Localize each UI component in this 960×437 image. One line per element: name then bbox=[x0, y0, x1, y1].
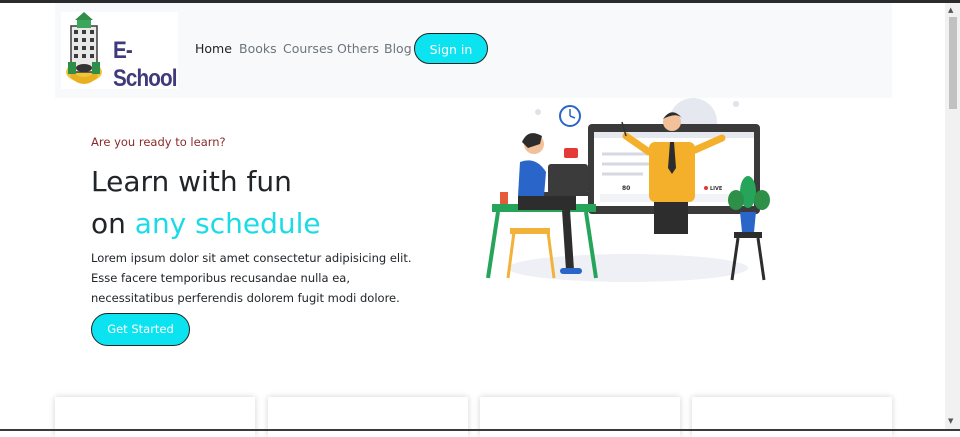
nav-link-courses[interactable]: Courses bbox=[283, 41, 333, 56]
hero-title-line2: on any schedule bbox=[91, 207, 321, 240]
scroll-up-arrow-icon[interactable]: ▲ bbox=[948, 6, 953, 14]
feature-card-4 bbox=[692, 397, 892, 437]
feature-card-3 bbox=[480, 397, 680, 437]
feature-card-1 bbox=[55, 397, 255, 437]
page-scrollbar[interactable]: ▲ ▼ bbox=[945, 3, 960, 431]
live-badge: LIVE bbox=[710, 186, 723, 192]
brand-logo[interactable]: E- School bbox=[61, 12, 178, 92]
hero-description: Lorem ipsum dolor sit amet consectetur a… bbox=[91, 251, 412, 305]
nav-link-blog[interactable]: Blog bbox=[384, 41, 412, 56]
hero-eyebrow: Are you ready to learn? bbox=[91, 135, 226, 149]
feature-card-2 bbox=[268, 397, 468, 437]
hero-title-accent: any schedule bbox=[134, 207, 321, 240]
nav-link-others[interactable]: Others bbox=[337, 41, 379, 56]
brand-name: E- School bbox=[113, 37, 178, 92]
scrollbar-thumb[interactable] bbox=[949, 17, 957, 109]
viewer-count: 80 bbox=[622, 185, 630, 192]
hero-title-prefix: on bbox=[91, 207, 135, 240]
navbar: E- School Home Books Courses Others Blog… bbox=[55, 3, 892, 98]
get-started-button[interactable]: Get Started bbox=[91, 313, 190, 346]
scroll-down-arrow-icon[interactable]: ▼ bbox=[948, 417, 953, 425]
nav-link-books[interactable]: Books bbox=[239, 41, 277, 56]
signin-button[interactable]: Sign in bbox=[414, 33, 488, 64]
hero-title-line1: Learn with fun bbox=[91, 165, 292, 198]
nav-link-home[interactable]: Home bbox=[195, 41, 232, 56]
online-learning-illustration: 80 LIVE bbox=[486, 98, 770, 282]
heart-badge-icon bbox=[564, 148, 578, 158]
